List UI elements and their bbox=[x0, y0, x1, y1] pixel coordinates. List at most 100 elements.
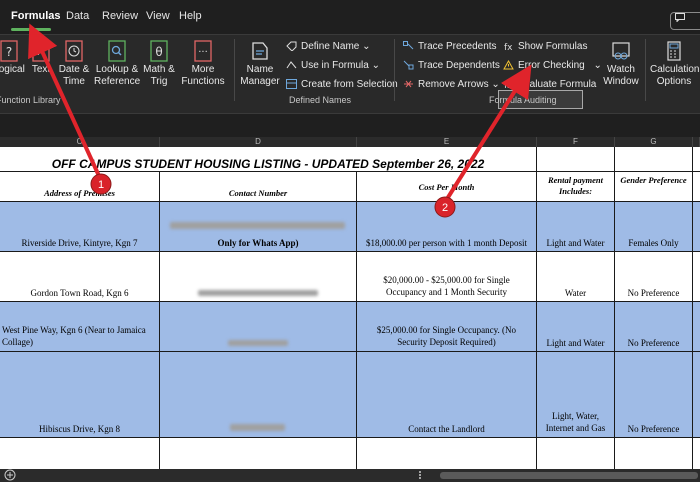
math-trig-button[interactable]: θ Math & Trig bbox=[142, 40, 176, 88]
table-cell-contact[interactable] bbox=[160, 252, 357, 302]
use-in-formula-button[interactable]: Use in Formula ⌄ bbox=[286, 60, 380, 72]
column-header-e[interactable]: E bbox=[357, 137, 537, 147]
cell[interactable] bbox=[160, 438, 357, 469]
table-cell-includes[interactable]: Water bbox=[537, 252, 615, 302]
column-header-d[interactable]: D bbox=[160, 137, 357, 147]
column-header-h[interactable] bbox=[693, 137, 700, 147]
text-button[interactable]: A Text bbox=[30, 40, 52, 76]
watch-window-icon bbox=[612, 42, 630, 60]
defined-names-label: Defined Names bbox=[289, 95, 352, 105]
show-formulas-button[interactable]: fx Show Formulas bbox=[503, 41, 587, 53]
svg-text:?: ? bbox=[6, 45, 12, 59]
table-cell-cost[interactable]: $18,000.00 per person with 1 month Depos… bbox=[357, 202, 537, 252]
cell[interactable] bbox=[615, 147, 693, 172]
more-options-icon[interactable] bbox=[415, 469, 425, 481]
cell[interactable] bbox=[693, 352, 700, 438]
ribbon: ? Logical A Text Date & Time Lookup & Re… bbox=[0, 34, 700, 113]
table-cell-gender[interactable]: Females Only bbox=[615, 202, 693, 252]
comment-icon bbox=[675, 13, 685, 23]
worksheet-grid[interactable]: OFF CAMPUS STUDENT HOUSING LISTING - UPD… bbox=[0, 147, 700, 469]
watch-window-label: Watch Window bbox=[603, 64, 639, 87]
cell[interactable] bbox=[537, 147, 615, 172]
column-header-f[interactable]: F bbox=[537, 137, 615, 147]
define-name-label: Define Name bbox=[301, 41, 360, 52]
menu-data[interactable]: Data bbox=[66, 10, 89, 22]
cell[interactable] bbox=[357, 438, 537, 469]
logical-button[interactable]: ? Logical bbox=[0, 40, 26, 76]
active-tab-indicator bbox=[11, 28, 51, 31]
column-header-c[interactable]: C bbox=[0, 137, 160, 147]
cell[interactable] bbox=[693, 302, 700, 352]
watch-window-button[interactable]: Watch Window bbox=[601, 40, 641, 88]
table-cell-cost[interactable]: $25,000.00 for Single Occupancy. (No Sec… bbox=[357, 302, 537, 352]
table-cell-contact[interactable] bbox=[160, 352, 357, 438]
menu-bar: Formulas Data Review View Help bbox=[0, 0, 700, 34]
trace-precedents-button[interactable]: Trace Precedents bbox=[403, 41, 497, 53]
table-cell-includes[interactable]: Light and Water bbox=[537, 202, 615, 252]
table-cell-gender[interactable]: No Preference bbox=[615, 352, 693, 438]
error-checking-button[interactable]: Error Checking ⌄ bbox=[503, 60, 602, 72]
warning-icon bbox=[503, 60, 514, 70]
tag-icon bbox=[286, 41, 297, 52]
lookup-reference-button[interactable]: Lookup & Reference bbox=[94, 40, 140, 88]
name-manager-button[interactable]: Name Manager bbox=[240, 40, 280, 88]
menu-review[interactable]: Review bbox=[102, 10, 138, 22]
cell[interactable] bbox=[615, 438, 693, 469]
header-gender[interactable]: Gender Preference bbox=[615, 172, 693, 202]
create-from-selection-label: Create from Selection bbox=[301, 79, 398, 90]
name-manager-label: Name Manager bbox=[240, 64, 280, 87]
cell[interactable] bbox=[693, 202, 700, 252]
redacted-phone bbox=[170, 222, 345, 229]
table-cell-cost[interactable]: $20,000.00 - $25,000.00 for Single Occup… bbox=[357, 252, 537, 302]
cell[interactable] bbox=[693, 438, 700, 469]
header-address[interactable]: Address of Premises bbox=[0, 172, 160, 202]
table-cell-includes[interactable]: Light and Water bbox=[537, 302, 615, 352]
table-cell-cost[interactable]: Contact the Landlord bbox=[357, 352, 537, 438]
table-cell-address[interactable]: West Pine Way, Kgn 6 (Near to Jamaica Co… bbox=[0, 302, 160, 352]
use-in-formula-label: Use in Formula bbox=[301, 60, 369, 71]
table-cell-includes[interactable]: Light, Water, Internet and Gas bbox=[537, 352, 615, 438]
more-functions-button[interactable]: ··· More Functions bbox=[180, 40, 226, 88]
clock-icon bbox=[65, 40, 83, 62]
table-cell-contact[interactable] bbox=[160, 302, 357, 352]
horizontal-scrollbar[interactable] bbox=[440, 472, 698, 479]
trace-precedents-label: Trace Precedents bbox=[418, 41, 497, 52]
define-name-button[interactable]: Define Name ⌄ bbox=[286, 41, 371, 53]
header-includes[interactable]: Rental payment Includes: bbox=[537, 172, 615, 202]
table-cell-gender[interactable]: No Preference bbox=[615, 302, 693, 352]
calculation-options-button[interactable]: Calculation Options bbox=[650, 40, 700, 88]
cell[interactable] bbox=[693, 172, 700, 202]
more-functions-icon: ··· bbox=[194, 40, 212, 62]
menu-formulas[interactable]: Formulas bbox=[11, 10, 61, 22]
cell[interactable] bbox=[693, 147, 700, 172]
table-cell-gender[interactable]: No Preference bbox=[615, 252, 693, 302]
header-cost[interactable]: Cost Per Month bbox=[357, 172, 537, 202]
calculator-icon bbox=[667, 41, 681, 61]
column-header-g[interactable]: G bbox=[615, 137, 693, 147]
table-cell-address[interactable]: Gordon Town Road, Kgn 6 bbox=[0, 252, 160, 302]
create-from-selection-button[interactable]: Create from Selection bbox=[286, 79, 398, 91]
table-cell-address[interactable]: Riverside Drive, Kintyre, Kgn 7 bbox=[0, 202, 160, 252]
cell[interactable] bbox=[693, 252, 700, 302]
table-cell-address[interactable]: Hibiscus Drive, Kgn 8 bbox=[0, 352, 160, 438]
calculation-options-label: Calculation Options bbox=[650, 64, 700, 87]
formula-bar[interactable] bbox=[0, 113, 700, 138]
date-time-button[interactable]: Date & Time bbox=[57, 40, 91, 88]
header-contact[interactable]: Contact Number bbox=[160, 172, 357, 202]
create-from-selection-icon bbox=[286, 79, 297, 90]
cell[interactable] bbox=[0, 438, 160, 469]
trace-precedents-icon bbox=[403, 41, 414, 50]
evaluate-formula-button[interactable]: fx Evaluate Formula bbox=[503, 79, 596, 91]
remove-arrows-button[interactable]: Remove Arrows ⌄ bbox=[403, 79, 500, 91]
table-cell-contact[interactable]: Only for Whats App) bbox=[160, 202, 357, 252]
comments-button[interactable] bbox=[670, 12, 700, 30]
sheet-title[interactable]: OFF CAMPUS STUDENT HOUSING LISTING - UPD… bbox=[0, 147, 537, 172]
add-sheet-icon[interactable] bbox=[4, 469, 16, 481]
more-functions-label: More Functions bbox=[181, 64, 225, 87]
contact-note: Only for Whats App) bbox=[217, 238, 299, 248]
menu-view[interactable]: View bbox=[146, 10, 170, 22]
svg-text:···: ··· bbox=[198, 47, 208, 58]
trace-dependents-button[interactable]: Trace Dependents bbox=[403, 60, 500, 72]
menu-help[interactable]: Help bbox=[179, 10, 202, 22]
cell[interactable] bbox=[537, 438, 615, 469]
